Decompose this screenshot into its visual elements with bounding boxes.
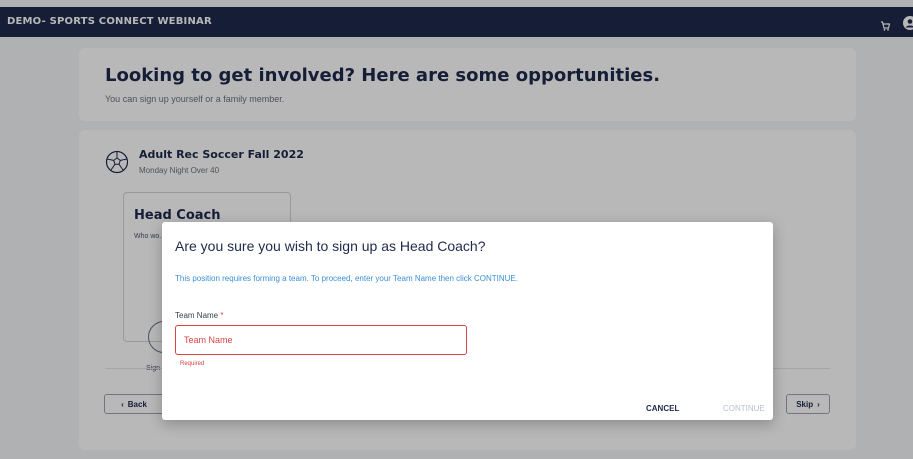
team-name-label: Team Name * <box>175 311 223 320</box>
team-name-input[interactable] <box>175 325 467 355</box>
required-mark: * <box>220 311 224 320</box>
continue-button[interactable]: CONTINUE <box>723 404 765 413</box>
team-name-label-text: Team Name <box>175 311 219 320</box>
dialog-title: Are you sure you wish to sign up as Head… <box>175 238 486 254</box>
cancel-button[interactable]: CANCEL <box>646 404 679 413</box>
signup-dialog: Are you sure you wish to sign up as Head… <box>162 222 773 420</box>
dialog-info: This position requires forming a team. T… <box>175 274 518 283</box>
required-helper-text: Required <box>180 361 205 367</box>
